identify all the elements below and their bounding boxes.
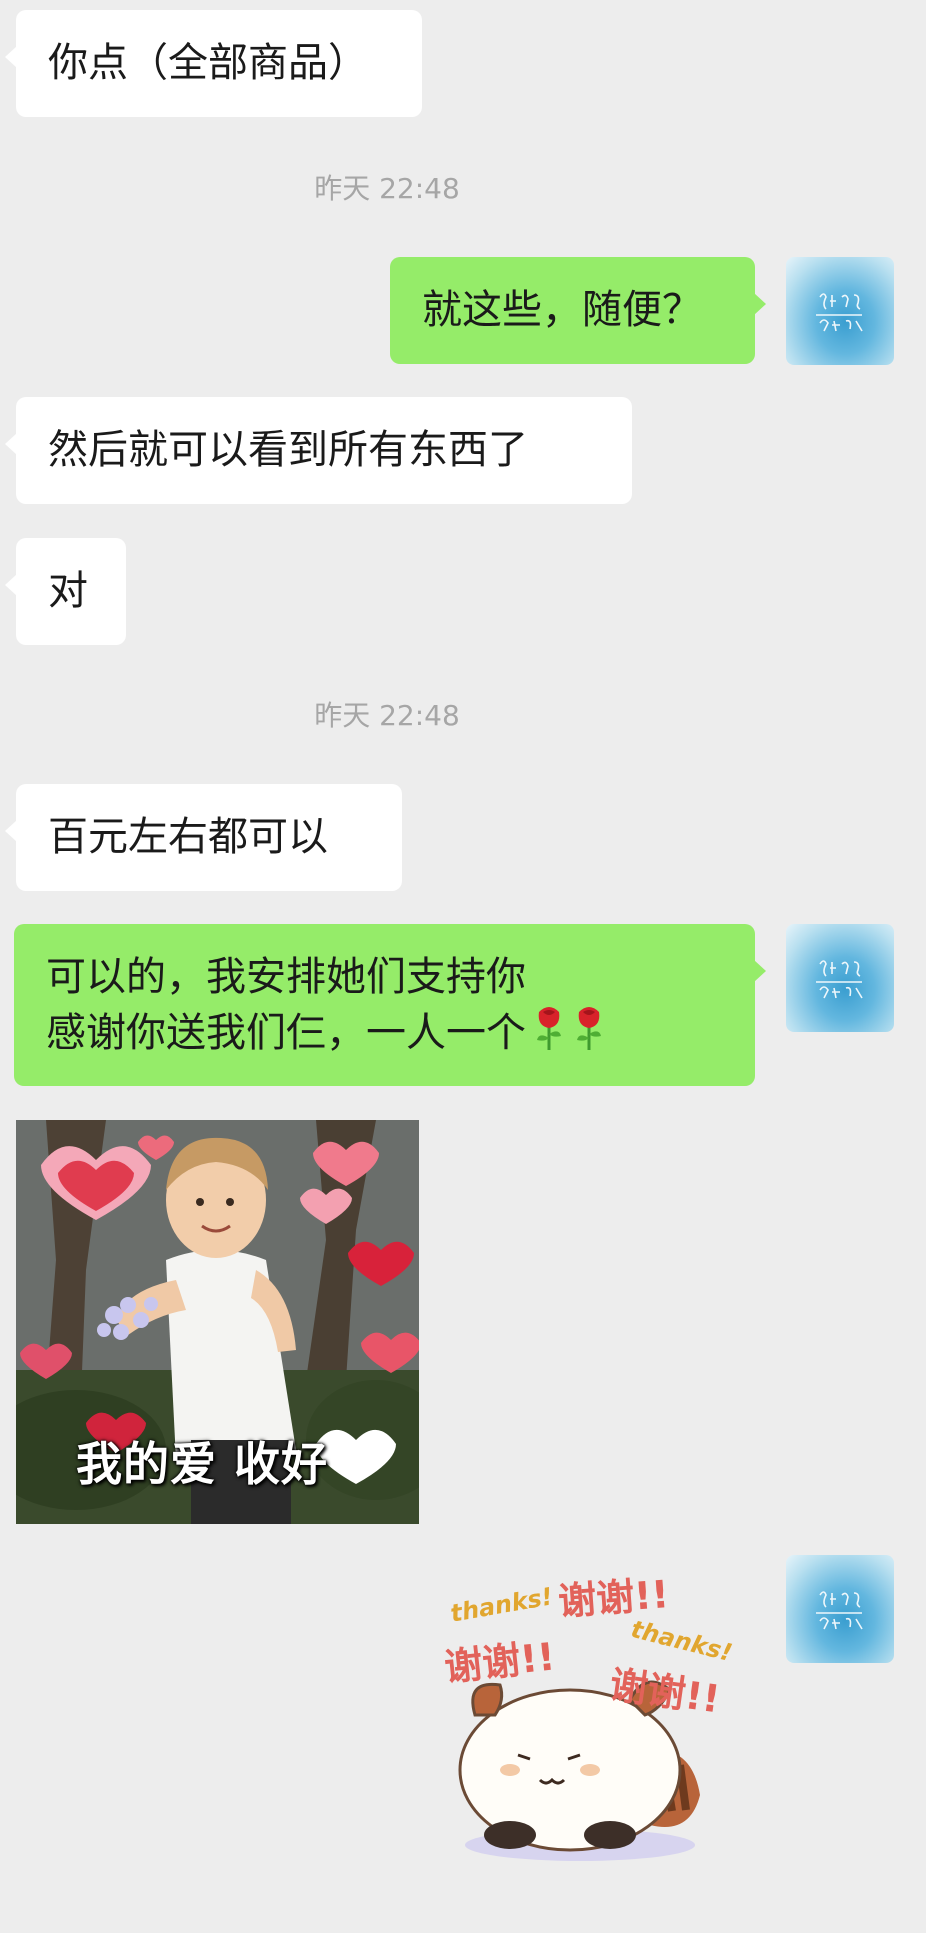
message-text-line: 感谢你送我们仨，一人一个 xyxy=(46,1004,723,1066)
incoming-message-bubble[interactable]: 对 xyxy=(5,538,126,645)
message-text: 感谢你送我们仨，一人一个 xyxy=(46,1010,526,1056)
chat-message-list[interactable]: 你点（全部商品） 昨天 22:48 就这些，随便？ 然后就可以看到所有东西了 对 xyxy=(0,0,926,1933)
avatar-handwriting-icon xyxy=(816,1591,863,1630)
outgoing-message-bubble[interactable]: 可以的，我安排她们支持你 感谢你送我们仨，一人一个 xyxy=(14,924,766,1086)
timestamp: 昨天 22:48 xyxy=(314,172,460,205)
timestamp: 昨天 22:48 xyxy=(314,699,460,732)
avatar-handwriting-icon xyxy=(816,960,863,999)
message-text: 就这些，随便？ xyxy=(422,287,702,333)
message-text-line: 可以的，我安排她们支持你 xyxy=(46,954,526,1000)
outgoing-message-bubble[interactable]: 就这些，随便？ xyxy=(390,257,766,364)
image-caption-text: 我的爱 收好 xyxy=(76,1437,329,1491)
user-avatar[interactable] xyxy=(786,257,894,365)
message-text: 对 xyxy=(48,568,88,614)
image-message[interactable]: 我的爱 收好 xyxy=(16,1120,419,1524)
rose-emoji-icon xyxy=(572,1004,606,1066)
sticker-message[interactable]: thanks! 谢谢!! 谢谢!! thanks! 谢谢!! xyxy=(430,1555,750,1875)
rose-emoji-icon xyxy=(532,1004,566,1066)
sticker-text: 谢谢!! xyxy=(556,1572,671,1624)
message-text: 百元左右都可以 xyxy=(48,814,328,860)
incoming-message-bubble[interactable]: 你点（全部商品） xyxy=(5,10,422,117)
user-avatar[interactable] xyxy=(786,924,894,1032)
message-text: 然后就可以看到所有东西了 xyxy=(48,427,528,473)
user-avatar[interactable] xyxy=(786,1555,894,1663)
incoming-message-bubble[interactable]: 百元左右都可以 xyxy=(5,784,402,891)
incoming-message-bubble[interactable]: 然后就可以看到所有东西了 xyxy=(5,397,632,504)
sticker-text: 谢谢!! xyxy=(442,1634,558,1690)
message-text: 你点（全部商品） xyxy=(48,40,368,86)
avatar-handwriting-icon xyxy=(816,293,863,332)
